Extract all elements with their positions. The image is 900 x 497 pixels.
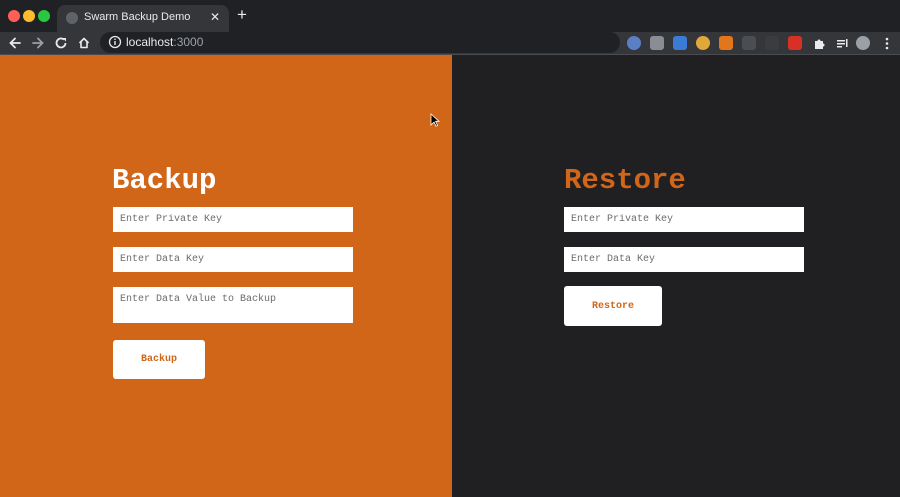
- new-tab-button[interactable]: +: [237, 6, 247, 24]
- window-close-button[interactable]: [8, 10, 20, 22]
- extension-4-icon[interactable]: [696, 36, 710, 50]
- restore-panel: [452, 55, 900, 497]
- backup-private-key-input[interactable]: [113, 207, 353, 232]
- tab-title: Swarm Backup Demo: [84, 11, 191, 23]
- restore-data-key-input[interactable]: [564, 247, 804, 272]
- browser-tab[interactable]: Swarm Backup Demo ✕: [57, 5, 229, 32]
- reload-icon[interactable]: [52, 34, 70, 52]
- home-icon[interactable]: [75, 34, 93, 52]
- shield-icon[interactable]: [742, 36, 756, 50]
- extension-3-icon[interactable]: [673, 36, 687, 50]
- page-content: Backup Backup Restore Restore: [0, 55, 900, 497]
- url-text: localhost:3000: [126, 35, 203, 49]
- address-bar[interactable]: localhost:3000 ☆: [100, 32, 710, 53]
- extension-7-icon[interactable]: [765, 36, 779, 50]
- forward-arrow-icon[interactable]: [29, 34, 47, 52]
- restore-private-key-input[interactable]: [564, 207, 804, 232]
- info-icon[interactable]: [108, 35, 122, 49]
- mouse-pointer-icon: [430, 113, 440, 127]
- window-minimize-button[interactable]: [23, 10, 35, 22]
- browser-toolbar: localhost:3000 ☆: [0, 32, 900, 54]
- media-control-icon[interactable]: [833, 34, 851, 52]
- close-icon[interactable]: ✕: [210, 10, 220, 24]
- metamask-icon[interactable]: [719, 36, 733, 50]
- globe-icon: [66, 12, 78, 24]
- extension-8-icon[interactable]: [788, 36, 802, 50]
- back-arrow-icon[interactable]: [6, 34, 24, 52]
- extension-1-icon[interactable]: [627, 36, 641, 50]
- puzzle-icon[interactable]: [810, 34, 828, 52]
- backup-panel: [0, 55, 452, 497]
- backup-button[interactable]: Backup: [113, 340, 205, 379]
- extension-2-icon[interactable]: [650, 36, 664, 50]
- backup-data-key-input[interactable]: [113, 247, 353, 272]
- browser-tab-strip: Swarm Backup Demo ✕ +: [0, 0, 900, 32]
- url-port: :3000: [173, 35, 204, 49]
- avatar[interactable]: [856, 36, 870, 50]
- backup-heading: Backup: [112, 164, 217, 197]
- url-host: localhost: [126, 35, 174, 49]
- restore-button[interactable]: Restore: [564, 286, 662, 326]
- backup-data-value-textarea[interactable]: [113, 287, 353, 323]
- restore-heading: Restore: [564, 164, 686, 197]
- kebab-menu-icon[interactable]: [878, 34, 896, 52]
- window-maximize-button[interactable]: [38, 10, 50, 22]
